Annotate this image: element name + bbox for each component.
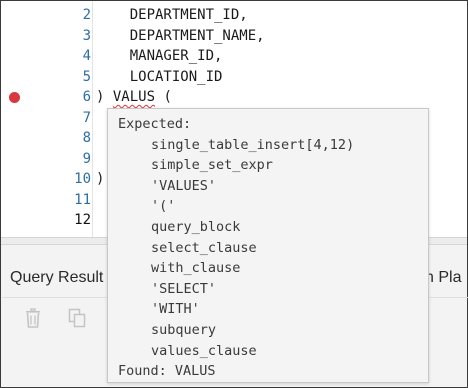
line-number: 6 [82, 89, 91, 105]
expected-token: simple_set_expr [151, 157, 273, 174]
tooltip-found: Found: VALUS [118, 363, 216, 380]
expected-token: single_table_insert[4,12) [151, 136, 355, 153]
line-number: 9 [82, 150, 91, 167]
line-number: 5 [82, 68, 91, 85]
expected-token: query_block [151, 218, 241, 235]
expected-token: '(' [151, 198, 176, 215]
code-text: LOCATION_ID [96, 68, 223, 85]
expected-token: subquery [151, 321, 217, 338]
expected-token: with_clause [151, 260, 241, 277]
copy-icon-glyph [68, 308, 86, 328]
tab-explain-plan[interactable]: n Pla [425, 269, 461, 287]
expected-token: 'SELECT' [151, 280, 217, 297]
editor-line-error[interactable]: 6 ) VALUS ( [1, 87, 467, 108]
copy-icon[interactable] [67, 307, 87, 329]
line-number: 7 [82, 109, 91, 126]
syntax-error-token[interactable]: VALUS [113, 89, 155, 105]
expected-token: 'WITH' [151, 301, 200, 318]
line-number: 2 [82, 7, 91, 23]
editor-line[interactable]: 3 DEPARTMENT_NAME, [1, 26, 467, 47]
breakpoint-icon[interactable] [9, 92, 20, 103]
code-text: MANAGER_ID, [96, 48, 223, 64]
line-number: 4 [82, 48, 91, 64]
expected-token: 'VALUES' [151, 177, 217, 194]
expected-token: values_clause [151, 342, 257, 359]
line-number: 8 [82, 130, 91, 146]
expected-token: select_clause [151, 239, 257, 256]
syntax-error-tooltip: Expected: single_table_insert[4,12) simp… [107, 108, 429, 383]
trash-icon-glyph [26, 308, 40, 328]
trash-icon[interactable] [23, 307, 43, 329]
line-number: 3 [82, 27, 91, 44]
code-suffix: ( [155, 89, 172, 105]
code-text: DEPARTMENT_NAME, [96, 27, 265, 44]
code-text: DEPARTMENT_ID, [96, 7, 248, 23]
editor-line[interactable]: 4 MANAGER_ID, [1, 46, 467, 67]
tooltip-header: Expected: [118, 116, 192, 132]
line-number: 12 [74, 212, 91, 228]
tab-query-result[interactable]: Query Result [10, 269, 103, 287]
line-number: 11 [74, 191, 91, 208]
code-text: ) VALUS ( [96, 87, 172, 108]
editor-line[interactable]: 2 DEPARTMENT_ID, [1, 5, 467, 26]
code-prefix: ) [96, 89, 113, 105]
editor-line[interactable]: 5 LOCATION_ID [1, 67, 467, 88]
line-number: 10 [74, 171, 91, 187]
